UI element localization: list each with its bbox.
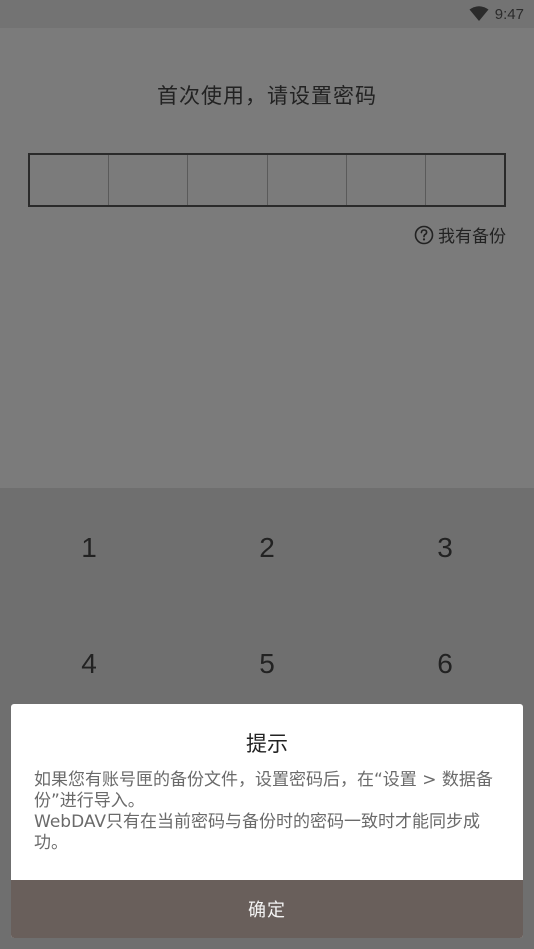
- dialog-message: 如果您有账号匣的备份文件，设置密码后，在“设置 > 数据备份”进行导入。 Web…: [34, 770, 504, 854]
- confirm-button[interactable]: 确定: [11, 880, 523, 938]
- dialog-message-line: WebDAV只有在当前密码与备份时的密码一致时才能同步成功。: [34, 812, 481, 853]
- pin-input[interactable]: [28, 153, 506, 207]
- wifi-icon: [469, 6, 489, 21]
- status-bar: 9:47: [0, 0, 534, 28]
- tip-dialog: 提示 如果您有账号匣的备份文件，设置密码后，在“设置 > 数据备份”进行导入。 …: [11, 704, 523, 938]
- password-setup-area: 首次使用，请设置密码 我有备份: [0, 28, 534, 488]
- pin-cell: [347, 155, 426, 205]
- pin-cell: [30, 155, 110, 205]
- key-2[interactable]: 2: [178, 490, 356, 606]
- pin-cell: [188, 155, 268, 205]
- dialog-message-line: 如果您有账号匣的备份文件，设置密码后，在“设置 > 数据备份”进行导入。: [34, 770, 493, 811]
- have-backup-label: 我有备份: [438, 227, 506, 247]
- status-time: 9:47: [494, 5, 524, 23]
- key-3[interactable]: 3: [356, 490, 534, 606]
- dialog-title: 提示: [246, 732, 288, 756]
- pin-cell: [268, 155, 347, 205]
- help-circle-icon: [414, 225, 434, 244]
- pin-cell: [426, 155, 504, 205]
- screen: 9:47 首次使用，请设置密码 我有备份 1 2 3 4 5 6 提示 如果您有…: [0, 0, 534, 949]
- pin-cell: [109, 155, 189, 205]
- page-title: 首次使用，请设置密码: [157, 84, 377, 108]
- have-backup-link[interactable]: 我有备份: [414, 222, 506, 247]
- key-1[interactable]: 1: [0, 490, 178, 606]
